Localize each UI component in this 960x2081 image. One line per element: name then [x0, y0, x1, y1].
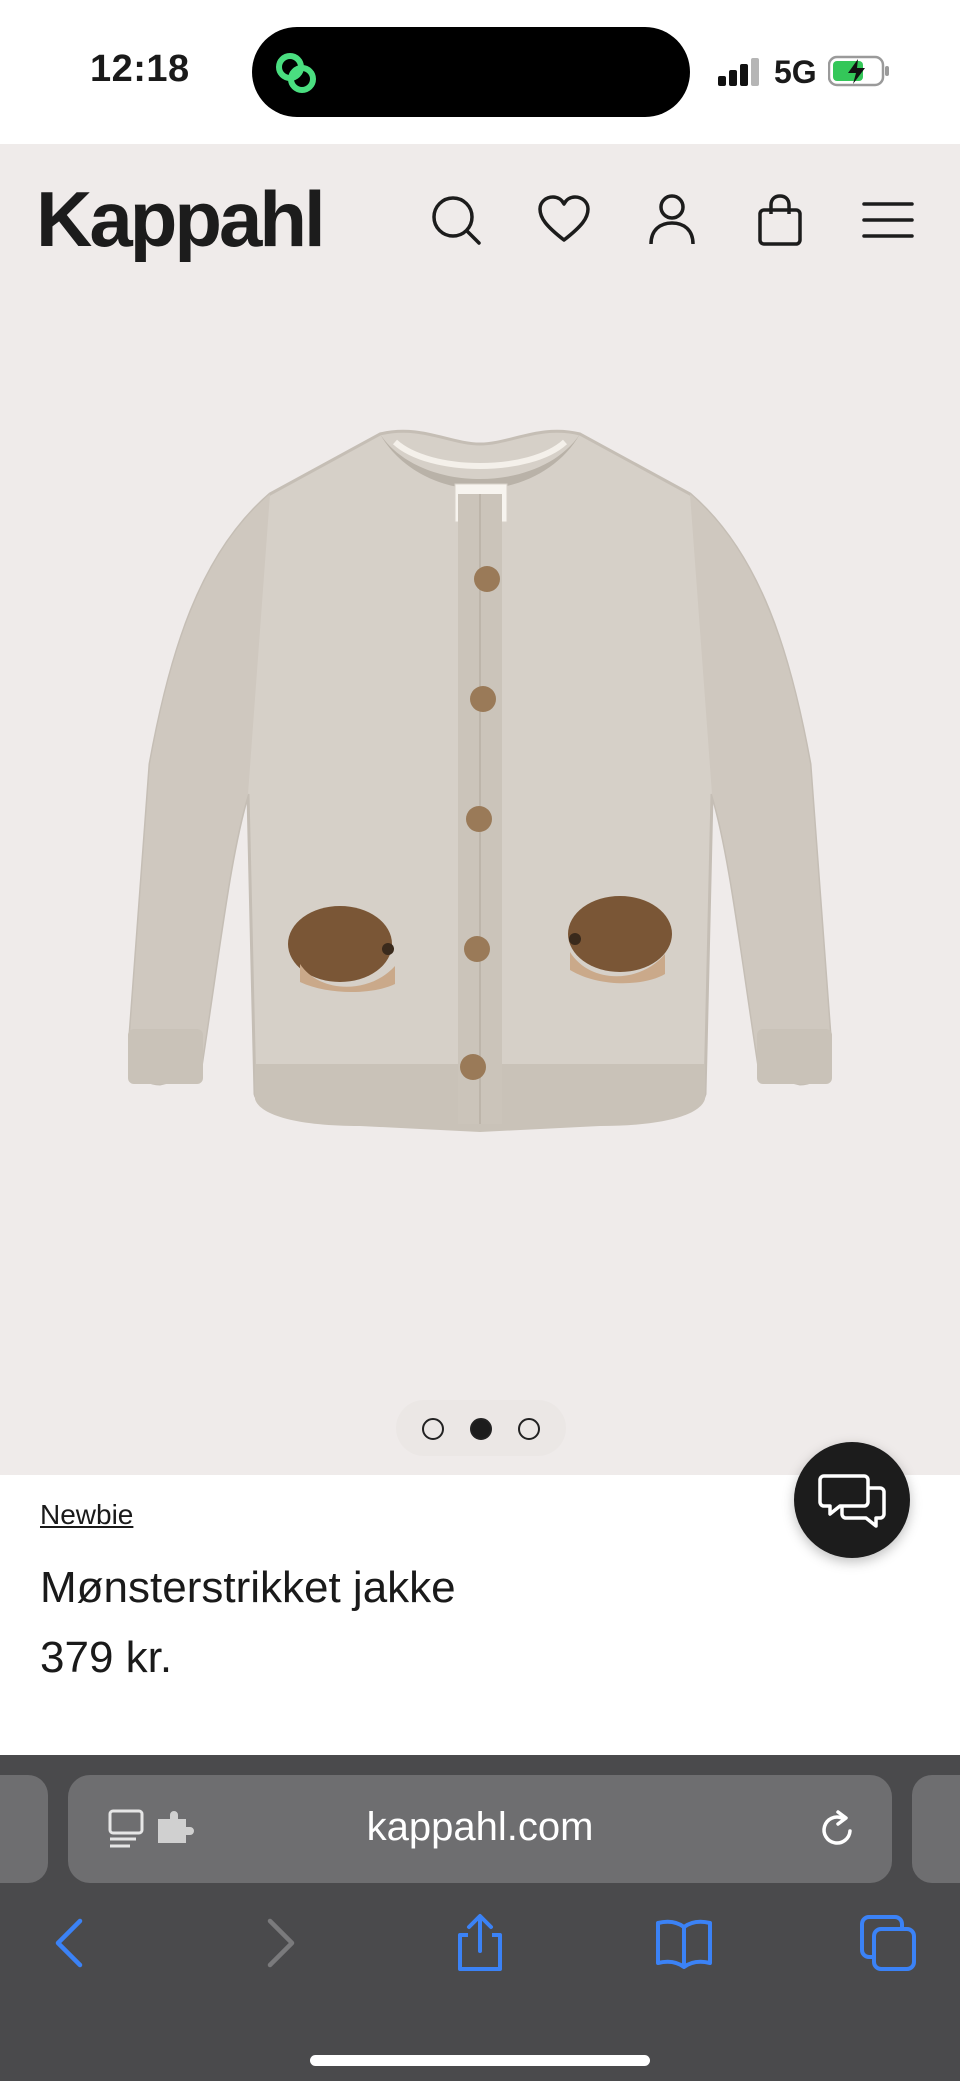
- chat-button[interactable]: [794, 1442, 910, 1558]
- next-tab-peek[interactable]: [912, 1775, 960, 1883]
- product-image-gallery[interactable]: newbie: [0, 294, 960, 1475]
- battery-icon: [828, 55, 889, 87]
- bookmarks-icon[interactable]: [654, 1913, 714, 1973]
- site-header: Kappahl: [0, 144, 960, 294]
- browser-chrome: kappahl.com: [0, 1755, 960, 2081]
- home-indicator: [310, 2055, 650, 2066]
- back-icon[interactable]: [42, 1913, 102, 1973]
- gallery-pagination: [396, 1400, 566, 1456]
- status-time: 12:18: [90, 48, 190, 90]
- status-bar: 12:18 5G: [0, 0, 960, 144]
- forward-icon[interactable]: [248, 1913, 308, 1973]
- product-price: 379 kr.: [40, 1633, 173, 1682]
- reload-icon[interactable]: [816, 1809, 858, 1851]
- previous-tab-peek[interactable]: [0, 1775, 48, 1883]
- bag-icon[interactable]: [752, 192, 808, 248]
- dynamic-island: [252, 27, 690, 117]
- chat-icon: [818, 1474, 886, 1528]
- menu-icon[interactable]: [860, 192, 916, 248]
- product-title: Mønsterstrikket jakke: [40, 1563, 456, 1612]
- brand-link[interactable]: Newbie: [40, 1499, 133, 1531]
- gallery-dot-2[interactable]: [470, 1418, 492, 1440]
- kappahl-logo[interactable]: Kappahl: [36, 174, 326, 265]
- heart-icon[interactable]: [536, 192, 592, 248]
- signal-icon: [718, 58, 764, 86]
- account-icon[interactable]: [644, 192, 700, 248]
- link-app-icon: [276, 53, 316, 93]
- tabs-icon[interactable]: [858, 1913, 918, 1973]
- product-image-cardigan: newbie: [128, 429, 832, 1132]
- search-icon[interactable]: [428, 192, 484, 248]
- gallery-dot-1[interactable]: [422, 1418, 444, 1440]
- address-bar[interactable]: kappahl.com: [68, 1775, 892, 1883]
- network-type: 5G: [774, 54, 817, 90]
- share-icon[interactable]: [450, 1913, 510, 1973]
- gallery-dot-3[interactable]: [518, 1418, 540, 1440]
- url-text: kappahl.com: [366, 1805, 594, 1849]
